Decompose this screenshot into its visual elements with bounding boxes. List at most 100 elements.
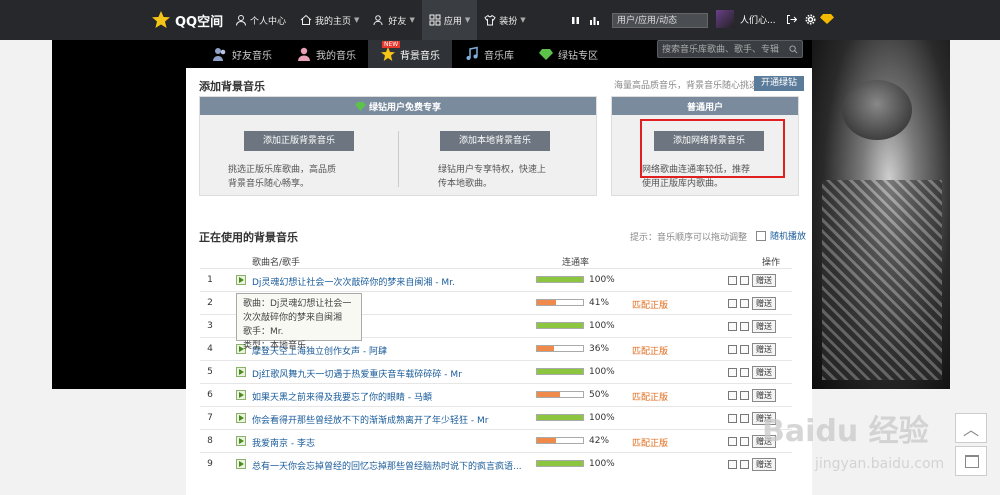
match-licensed-link[interactable]: 匹配正版 <box>632 436 668 449</box>
pause-icon[interactable] <box>570 15 581 26</box>
my-music-icon <box>298 47 310 61</box>
green-diamond-icon <box>355 101 366 111</box>
share-icon[interactable] <box>728 437 737 446</box>
song-link[interactable]: Dj红歌风舞九天一切遇于热爱重庆音车载碎碎碎 - Mr <box>252 367 462 380</box>
play-icon[interactable] <box>236 436 246 446</box>
tab-my-music[interactable]: 我的音乐 <box>284 40 368 68</box>
rate-bar <box>536 391 584 398</box>
scroll-to-top-button[interactable]: ︿ <box>955 413 987 443</box>
vip-box-title: 绿钻用户免费专享 <box>368 102 441 113</box>
rate-bar <box>536 276 584 283</box>
share-icon[interactable] <box>728 299 737 308</box>
username[interactable]: 人们心... <box>740 13 776 26</box>
share-icon[interactable] <box>728 276 737 285</box>
chevron-down-icon: ▼ <box>464 16 471 24</box>
gift-button[interactable]: 赠送 <box>752 343 776 356</box>
heart-icon[interactable] <box>740 460 749 469</box>
row-number: 5 <box>207 367 213 377</box>
tab-label: 我的音乐 <box>316 50 356 62</box>
search-icon[interactable] <box>789 45 798 54</box>
tab-friends-music[interactable]: 好友音乐 <box>200 40 284 68</box>
avatar[interactable] <box>716 10 734 28</box>
table-row[interactable]: 5 Dj红歌风舞九天一切遇于热爱重庆音车载碎碎碎 - Mr 100% 赠送 <box>200 360 792 384</box>
gift-button[interactable]: 赠送 <box>752 458 776 471</box>
logo-text: QQ空间 <box>175 14 224 30</box>
share-icon[interactable] <box>728 460 737 469</box>
tab-green-diamond[interactable]: 绿钻专区 <box>526 40 610 68</box>
heart-icon[interactable] <box>740 391 749 400</box>
share-icon[interactable] <box>728 368 737 377</box>
table-row[interactable]: 8 我爱南京 - 李志 42% 匹配正版 赠送 <box>200 429 792 453</box>
gift-button[interactable]: 赠送 <box>752 274 776 287</box>
table-row[interactable]: 9 总有一天你会忘掉曾经的回忆忘掉那些曾经脑热时说下的疯言疯语... 100% 赠送 <box>200 452 792 476</box>
share-icon[interactable] <box>728 322 737 331</box>
nav-apps[interactable]: 应用 ▼ <box>421 0 478 40</box>
play-icon[interactable] <box>236 413 246 423</box>
row-number: 3 <box>207 321 213 331</box>
logout-icon[interactable] <box>786 14 797 25</box>
play-icon[interactable] <box>236 367 246 377</box>
nav-dressup[interactable]: 装扮 ▼ <box>477 0 532 40</box>
play-icon[interactable] <box>236 275 246 285</box>
match-licensed-link[interactable]: 匹配正版 <box>632 298 668 311</box>
rate-percent: 100% <box>589 367 615 377</box>
song-link[interactable]: 我爱南京 - 李志 <box>252 436 315 449</box>
match-licensed-link[interactable]: 匹配正版 <box>632 344 668 357</box>
match-licensed-link[interactable]: 匹配正版 <box>632 390 668 403</box>
feedback-button[interactable] <box>955 446 987 476</box>
share-icon[interactable] <box>728 414 737 423</box>
heart-icon[interactable] <box>740 322 749 331</box>
play-icon[interactable] <box>236 390 246 400</box>
gift-button[interactable]: 赠送 <box>752 297 776 310</box>
equalizer-icon[interactable] <box>589 15 600 26</box>
gear-icon[interactable] <box>805 14 816 25</box>
qzone-logo[interactable]: QQ空间 <box>151 8 223 32</box>
heart-icon[interactable] <box>740 437 749 446</box>
song-link[interactable]: Dj灵魂幻想让社会一次次敲碎你的梦来自闽湘 - Mr. <box>252 275 455 288</box>
share-icon[interactable] <box>728 345 737 354</box>
tab-music-library[interactable]: 音乐库 <box>452 40 526 68</box>
table-row[interactable]: 1 Dj灵魂幻想让社会一次次敲碎你的梦来自闽湘 - Mr. 100% 赠送 <box>200 268 792 292</box>
table-row[interactable]: 6 如果天黑之前来得及我要忘了你的眼睛 - 马頔 50% 匹配正版 赠送 <box>200 383 792 407</box>
heart-icon[interactable] <box>740 345 749 354</box>
rate-percent: 100% <box>589 413 615 423</box>
panel-title: 添加背景音乐 <box>199 80 265 93</box>
gift-button[interactable]: 赠送 <box>752 389 776 402</box>
header-song: 歌曲名/歌手 <box>252 258 301 268</box>
shirt-icon <box>484 14 496 26</box>
open-green-diamond-button[interactable]: 开通绿钻 <box>754 76 804 91</box>
add-licensed-music-button[interactable]: 添加正版背景音乐 <box>244 131 354 151</box>
rate-bar-fill <box>537 346 554 351</box>
top-search-input[interactable]: 用户/应用/动态 <box>612 13 708 28</box>
music-search-input[interactable]: 搜索音乐库歌曲、歌手、专辑 <box>657 40 803 58</box>
desc-line: 绿钻用户专享特权，快速上 <box>438 165 547 175</box>
song-link[interactable]: 如果天黑之前来得及我要忘了你的眼睛 - 马頔 <box>252 390 432 403</box>
gift-button[interactable]: 赠送 <box>752 320 776 333</box>
tooltip-type: 类型：本地音乐 <box>243 341 307 351</box>
nav-my-homepage[interactable]: 我的主页 ▼ <box>293 0 366 40</box>
playlist-title: 正在使用的背景音乐 <box>199 231 298 244</box>
heart-icon[interactable] <box>740 299 749 308</box>
bg-music-icon <box>381 47 395 61</box>
share-icon[interactable] <box>728 391 737 400</box>
play-icon[interactable] <box>236 459 246 469</box>
shuffle-toggle[interactable]: 随机播放 <box>756 229 806 242</box>
add-local-music-button[interactable]: 添加本地背景音乐 <box>440 131 550 151</box>
row-number: 6 <box>207 390 213 400</box>
song-link[interactable]: 总有一天你会忘掉曾经的回忆忘掉那些曾经脑热时说下的疯言疯语... <box>252 459 522 472</box>
friends-music-icon <box>213 48 226 61</box>
heart-icon[interactable] <box>740 414 749 423</box>
table-row[interactable]: 7 你会看得开那些曾经放不下的渐渐成熟离开了年少轻狂 - Mr 100% 赠送 <box>200 406 792 430</box>
yellow-diamond-icon[interactable] <box>819 14 834 24</box>
nav-personal-center[interactable]: 个人中心 <box>228 0 293 40</box>
tab-label: 绿钻专区 <box>558 50 598 62</box>
song-link[interactable]: 你会看得开那些曾经放不下的渐渐成熟离开了年少轻狂 - Mr <box>252 413 488 426</box>
heart-icon[interactable] <box>740 276 749 285</box>
heart-icon[interactable] <box>740 368 749 377</box>
gift-button[interactable]: 赠送 <box>752 366 776 379</box>
nav-friends[interactable]: 好友 ▼ <box>366 0 421 40</box>
rate-bar <box>536 460 584 467</box>
tab-background-music[interactable]: 背景音乐 NEW <box>368 40 452 68</box>
baidu-watermark-url: jingyan.baidu.com <box>815 456 945 472</box>
shuffle-checkbox[interactable] <box>756 230 766 241</box>
